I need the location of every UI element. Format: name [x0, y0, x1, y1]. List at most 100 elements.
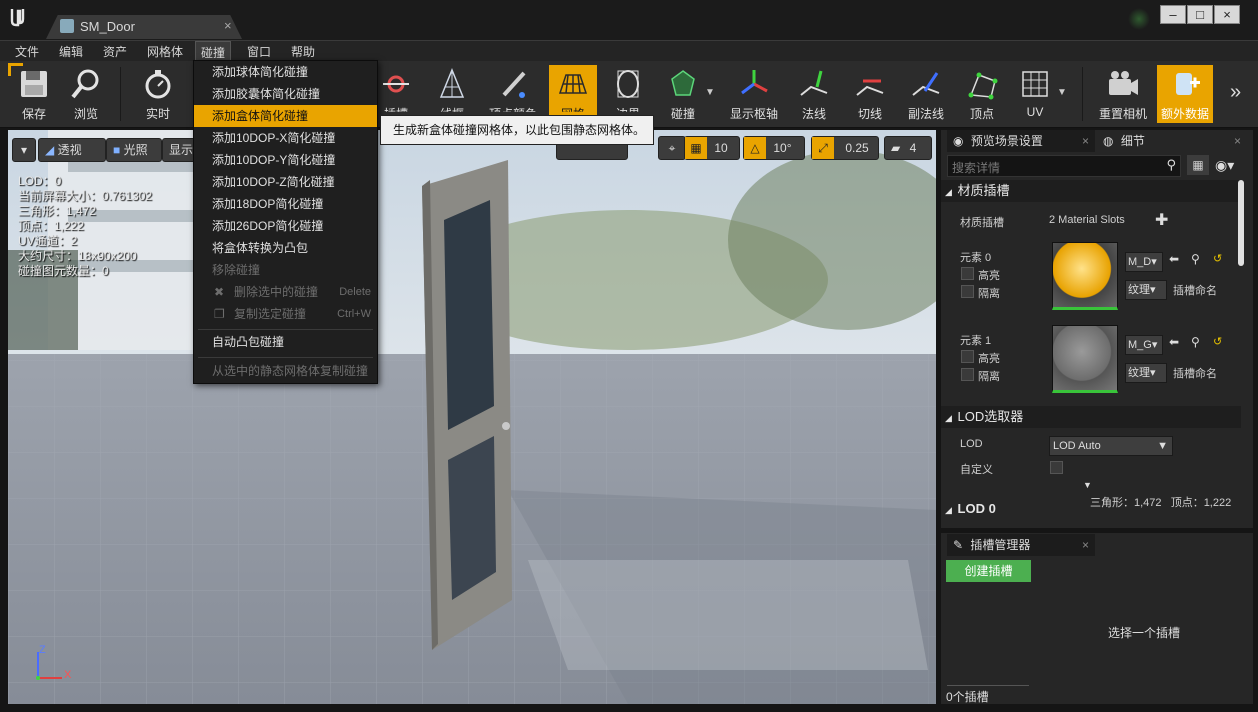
tab-socket-manager[interactable]: ✎ 插槽管理器 × [947, 534, 1095, 556]
duplicate-shortcut: Ctrl+W [337, 308, 371, 320]
menu-add-10dop-z-collision[interactable]: 添加10DOP-Z简化碰撞 [194, 171, 377, 193]
camera-speed-button[interactable]: ▰ 4 [884, 136, 932, 160]
rotation-snap-button[interactable]: △ 10° [743, 136, 805, 160]
viewport[interactable]: ▾ ◢ 透视 ■ 光照 显示 ⌖ ▦ 10 △ 10° ⤢ 0.25 ▰ 4 L… [8, 130, 936, 704]
lod-label: LOD [960, 438, 983, 450]
expand-advanced-icon[interactable]: ▼ [1083, 480, 1092, 490]
rotation-snap-icon: △ [744, 137, 766, 159]
add-material-slot-button[interactable]: ✚ [1155, 210, 1168, 230]
maximize-button[interactable]: □ [1187, 5, 1213, 24]
material-slots-section[interactable]: ◢ 材质插槽 [941, 180, 1241, 202]
element-1-material-combo[interactable]: M_G▾ [1125, 335, 1163, 355]
tab-details-label: 细节 [1120, 134, 1145, 148]
stopwatch-icon [145, 70, 171, 99]
element-1-browse-icon[interactable]: ⚲ [1191, 335, 1200, 349]
browse-button[interactable]: 浏览 [62, 61, 110, 127]
tab-details[interactable]: ◍ 细节 × [1097, 130, 1247, 152]
perspective-icon: ◢ [45, 143, 55, 157]
menu-help[interactable]: 帮助 [291, 43, 315, 60]
camera-icon [1109, 71, 1138, 95]
menu-asset[interactable]: 资产 [103, 43, 127, 60]
save-button[interactable]: 保存 [12, 61, 56, 127]
details-scrollbar[interactable] [1238, 180, 1244, 266]
axis-x-label: X [64, 669, 72, 681]
element-0-isolate-checkbox[interactable] [961, 285, 974, 298]
menu-file[interactable]: 文件 [15, 43, 39, 60]
additional-data-button[interactable]: 额外数据 [1157, 65, 1213, 123]
element-1-material-thumbnail[interactable] [1052, 325, 1118, 393]
normals-button[interactable]: 法线 [792, 61, 836, 127]
reset-camera-button[interactable]: 重置相机 [1094, 61, 1152, 127]
tab-details-close[interactable]: × [1234, 130, 1241, 152]
element-1-texture-combo[interactable]: 纹理▾ [1125, 363, 1167, 383]
menu-auto-convex-collision[interactable]: 自动凸包碰撞 [194, 331, 377, 353]
save-icon [21, 71, 47, 97]
tangents-button[interactable]: 切线 [848, 61, 892, 127]
toolbar-overflow-icon[interactable]: » [1230, 81, 1241, 104]
element-0-texture-combo[interactable]: 纹理▾ [1125, 280, 1167, 300]
element-0-material-combo[interactable]: M_D▾ [1125, 252, 1163, 272]
element-1-highlight-checkbox[interactable] [961, 350, 974, 363]
element-0-reset-icon[interactable]: ↺ [1213, 252, 1222, 265]
menu-add-26dop-collision[interactable]: 添加26DOP简化碰撞 [194, 215, 377, 237]
material-slots-value: 2 Material Slots [1049, 214, 1125, 226]
element-1-isolate-label: 隔离 [978, 371, 1000, 383]
menu-add-10dop-y-collision[interactable]: 添加10DOP-Y简化碰撞 [194, 149, 377, 171]
realtime-button[interactable]: 实时 [134, 61, 182, 127]
menu-add-capsule-collision[interactable]: 添加胶囊体简化碰撞 [194, 83, 377, 105]
element-0-browse-icon[interactable]: ⚲ [1191, 252, 1200, 266]
minimize-button[interactable]: – [1160, 5, 1186, 24]
collision-button[interactable]: 碰撞 [660, 61, 706, 127]
lod-picker-section[interactable]: ◢ LOD选取器 [941, 406, 1241, 428]
collision-dropdown-arrow[interactable]: ▼ [705, 87, 715, 98]
close-window-button[interactable]: × [1214, 5, 1240, 24]
element-0-highlight-checkbox[interactable] [961, 267, 974, 280]
magnifier-icon [71, 69, 99, 99]
scale-snap-button[interactable]: ⤢ 0.25 [811, 136, 879, 160]
element-0-material-thumbnail[interactable] [1052, 242, 1118, 310]
document-tab[interactable]: SM_Door × [46, 15, 242, 39]
tab-preview-close[interactable]: × [1082, 130, 1089, 152]
source-control-icon[interactable] [1128, 8, 1150, 30]
surface-snap-button[interactable]: ⌖ [658, 136, 686, 160]
vertices-button[interactable]: 顶点 [960, 61, 1004, 127]
menu-add-10dop-x-collision[interactable]: 添加10DOP-X简化碰撞 [194, 127, 377, 149]
visibility-eye-icon[interactable]: ◉▾ [1215, 155, 1245, 175]
tab-close-button[interactable]: × [224, 18, 232, 33]
menu-add-18dop-collision[interactable]: 添加18DOP简化碰撞 [194, 193, 377, 215]
delete-shortcut: Delete [339, 286, 371, 298]
menu-edit[interactable]: 编辑 [59, 43, 83, 60]
lighting-button[interactable]: ■ 光照 [106, 138, 162, 162]
menu-add-box-collision[interactable]: 添加盒体简化碰撞 [194, 105, 377, 127]
camera-speed-value: 4 [909, 141, 917, 155]
menu-delete-selected-collision: ✖ 删除选中的碰撞 Delete [194, 281, 377, 303]
create-socket-button[interactable]: 创建插槽 [946, 560, 1031, 582]
details-search-input[interactable]: 搜索详情 ⚲ [947, 155, 1181, 177]
perspective-button[interactable]: ◢ 透视 [38, 138, 106, 162]
rotation-snap-value: 10° [773, 141, 792, 155]
lod-combo[interactable]: LOD Auto ▼ [1049, 436, 1173, 456]
menu-add-sphere-collision[interactable]: 添加球体简化碰撞 [194, 61, 377, 83]
menu-convert-box-to-convex[interactable]: 将盒体转换为凸包 [194, 237, 377, 259]
menu-window[interactable]: 窗口 [247, 43, 271, 60]
additional-data-label: 额外数据 [1160, 107, 1209, 121]
element-0-use-selected-icon[interactable]: ⬅ [1169, 252, 1179, 266]
uv-dropdown-arrow[interactable]: ▼ [1057, 87, 1067, 98]
menu-mesh[interactable]: 网格体 [147, 43, 183, 60]
socket-manager-panel: ✎ 插槽管理器 × 创建插槽 选择一个插槽 0个插槽 [941, 533, 1253, 704]
viewport-options-button[interactable]: ▾ [12, 138, 36, 162]
binormals-button[interactable]: 副法线 [902, 61, 950, 127]
element-1-reset-icon[interactable]: ↺ [1213, 335, 1222, 348]
additional-data-icon [1176, 73, 1200, 95]
lod0-section[interactable]: ◢ LOD 0 [941, 498, 1241, 520]
socket-manager-close[interactable]: × [1082, 534, 1089, 556]
element-1-isolate-checkbox[interactable] [961, 368, 974, 381]
grid-snap-button[interactable]: ▦ 10 [684, 136, 740, 160]
element-1-use-selected-icon[interactable]: ⬅ [1169, 335, 1179, 349]
view-options-grid-icon[interactable]: ▦ [1187, 155, 1209, 175]
show-pivot-button[interactable]: 显示枢轴 [724, 61, 784, 127]
tab-preview-scene-settings[interactable]: ◉ 预览场景设置 × [947, 130, 1095, 152]
custom-lod-checkbox[interactable] [1050, 461, 1063, 474]
unreal-logo-icon[interactable] [8, 6, 30, 28]
uv-button[interactable]: UV [1012, 61, 1058, 127]
